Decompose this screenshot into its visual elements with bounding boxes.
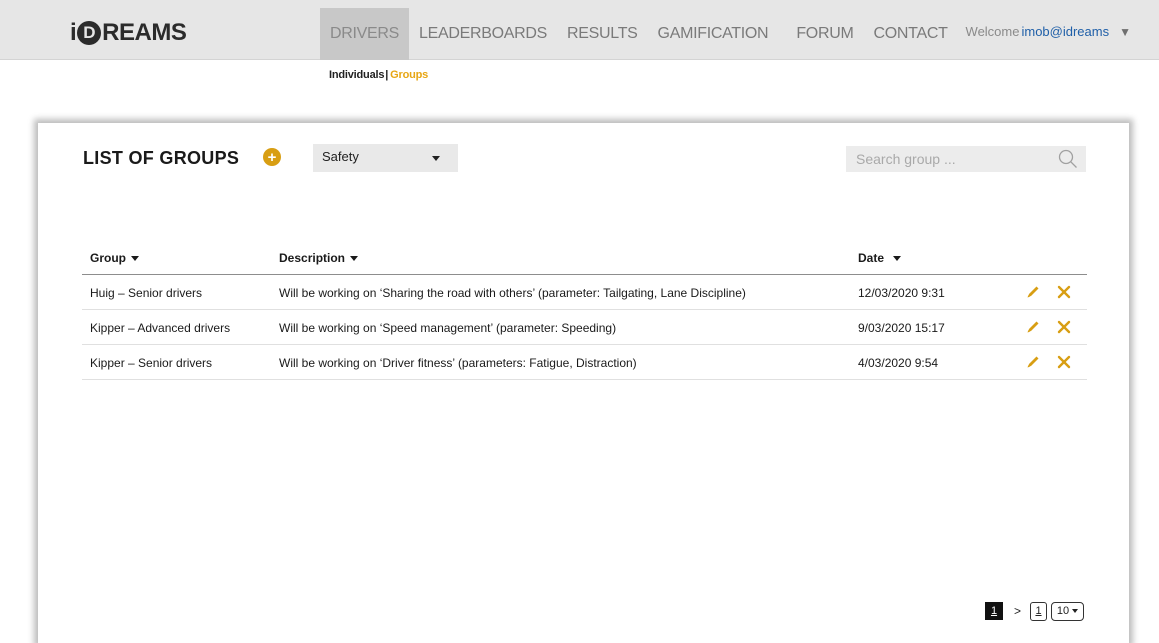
- table-header: Group Description Date: [82, 244, 1087, 275]
- welcome-label: Welcome: [965, 24, 1020, 39]
- cell-description: Will be working on ‘Driver fitness’ (par…: [279, 356, 637, 370]
- user-menu-caret-icon[interactable]: ▼: [1119, 25, 1131, 39]
- logo-d-circle: D: [77, 21, 102, 45]
- chevron-down-icon: [1072, 609, 1079, 613]
- cell-group: Kipper – Senior drivers: [90, 356, 213, 370]
- subnav-groups[interactable]: Groups: [390, 69, 428, 81]
- page-size-value: 10: [1056, 605, 1070, 617]
- table-row[interactable]: Kipper – Senior drivers Will be working …: [82, 345, 1087, 380]
- nav-leaderboards[interactable]: LEADERBOARDS: [409, 8, 557, 60]
- column-header-label: Group: [90, 251, 126, 265]
- cell-group: Kipper – Advanced drivers: [90, 321, 231, 335]
- subnav-separator: |: [385, 69, 389, 81]
- column-header-date[interactable]: Date: [858, 251, 902, 265]
- cell-description: Will be working on ‘Speed management’ (p…: [279, 321, 617, 335]
- idreams-logo[interactable]: i D REAMS: [70, 19, 187, 46]
- sub-navigation: Individuals| Groups: [329, 69, 428, 81]
- category-select-value: Safety: [322, 149, 359, 164]
- subnav-individuals[interactable]: Individuals: [329, 69, 384, 81]
- pencil-icon[interactable]: [1025, 354, 1041, 370]
- close-icon[interactable]: [1057, 320, 1071, 334]
- column-header-description[interactable]: Description: [279, 251, 359, 265]
- close-icon[interactable]: [1057, 285, 1071, 299]
- cell-date: 9/03/2020 15:17: [858, 321, 945, 335]
- add-group-button[interactable]: +: [263, 148, 281, 166]
- logo-text: REAMS: [102, 19, 187, 46]
- table-row[interactable]: Huig – Senior drivers Will be working on…: [82, 275, 1087, 310]
- plus-circle-icon: +: [267, 148, 277, 166]
- next-page-button[interactable]: >: [1014, 604, 1021, 618]
- top-navigation-bar: i D REAMS DRIVERS LEADERBOARDS RESULTS G…: [0, 0, 1159, 60]
- groups-table: Group Description Date Huig – Senior dri…: [82, 244, 1087, 380]
- column-header-label: Description: [279, 251, 346, 265]
- sort-caret-icon: [893, 255, 902, 261]
- main-nav: DRIVERS LEADERBOARDS RESULTS GAMIFICATIO…: [320, 8, 958, 60]
- search-box: [846, 146, 1086, 172]
- nav-results[interactable]: RESULTS: [557, 8, 648, 60]
- search-input[interactable]: [846, 146, 1046, 172]
- welcome-area: Welcome imob@idreams ▼: [966, 24, 1131, 39]
- pencil-icon[interactable]: [1025, 284, 1041, 300]
- cell-group: Huig – Senior drivers: [90, 286, 203, 300]
- groups-panel: [38, 123, 1129, 643]
- sort-caret-icon: [350, 255, 359, 261]
- cell-description: Will be working on ‘Sharing the road wit…: [279, 286, 746, 300]
- pagination: 1 > 1 10: [985, 601, 1085, 621]
- chevron-down-icon: [432, 156, 440, 161]
- column-header-label: Date: [858, 251, 885, 265]
- nav-forum[interactable]: FORUM: [786, 8, 863, 60]
- page-title: LIST OF GROUPS: [83, 148, 240, 168]
- column-header-group[interactable]: Group: [90, 251, 139, 265]
- table-row[interactable]: Kipper – Advanced drivers Will be workin…: [82, 310, 1087, 345]
- user-account-link[interactable]: imob@idreams: [1021, 24, 1109, 39]
- search-icon[interactable]: [1058, 149, 1078, 169]
- close-icon[interactable]: [1057, 355, 1071, 369]
- cell-date: 12/03/2020 9:31: [858, 286, 945, 300]
- pencil-icon[interactable]: [1025, 319, 1041, 335]
- logo-letter-i: i: [70, 19, 77, 46]
- nav-gamification[interactable]: GAMIFICATION: [648, 8, 779, 60]
- nav-contact[interactable]: CONTACT: [864, 8, 958, 60]
- cell-date: 4/03/2020 9:54: [858, 356, 939, 370]
- sort-caret-icon: [131, 255, 139, 261]
- page-size-select[interactable]: 10: [1051, 601, 1085, 621]
- category-select[interactable]: Safety: [313, 144, 458, 172]
- page-button-current[interactable]: 1: [985, 602, 1003, 620]
- nav-drivers[interactable]: DRIVERS: [320, 8, 410, 60]
- last-page-button[interactable]: 1: [1030, 601, 1048, 621]
